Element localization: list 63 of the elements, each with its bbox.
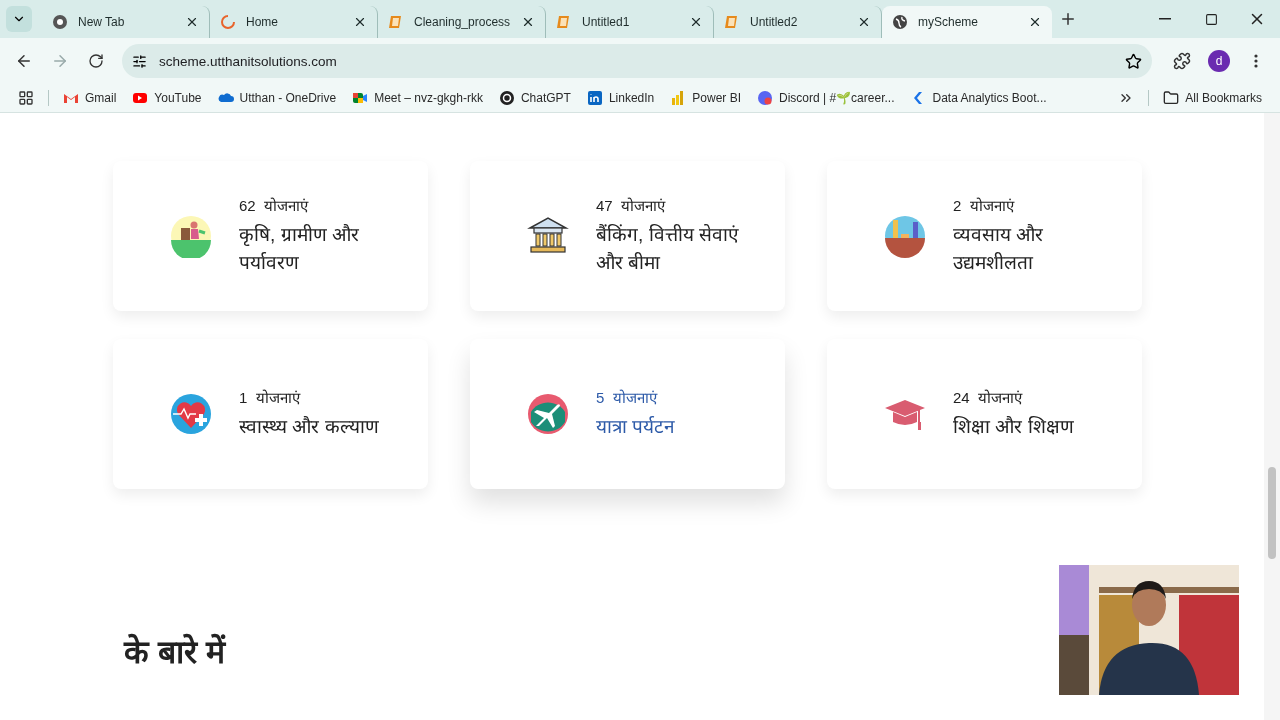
- close-icon[interactable]: [857, 15, 871, 29]
- notebook-icon: [556, 14, 572, 30]
- profile-avatar[interactable]: d: [1208, 50, 1230, 72]
- bookmark-item[interactable]: Power BI: [662, 90, 749, 106]
- category-card[interactable]: 1 योजनाएं स्वास्थ्य और कल्याण: [113, 339, 428, 489]
- close-icon[interactable]: [185, 15, 199, 29]
- category-card[interactable]: 5 योजनाएं यात्रा पर्यटन: [470, 339, 785, 489]
- notebook-icon: [388, 14, 404, 30]
- farmer-icon: [169, 214, 213, 258]
- scrollbar-thumb[interactable]: [1268, 467, 1276, 559]
- category-title: कृषि, ग्रामीण और पर्यावरण: [239, 223, 360, 275]
- section-heading: के बारे में: [124, 632, 227, 672]
- bookmark-item[interactable]: LinkedIn: [578, 90, 663, 106]
- category-card[interactable]: 24 योजनाएं शिक्षा और शिक्षण: [827, 339, 1142, 489]
- bookmark-item[interactable]: Meet – nvz-gkgh-rkk: [344, 90, 491, 106]
- reload-icon: [88, 53, 104, 69]
- url-text: scheme.utthanitsolutions.com: [159, 53, 338, 69]
- bookmark-item[interactable]: Gmail: [55, 90, 125, 106]
- play-icon: [132, 90, 149, 106]
- loading-icon: [220, 14, 236, 30]
- bookmark-item[interactable]: ChatGPT: [490, 90, 579, 106]
- maximize-icon: [1204, 12, 1218, 26]
- video-call-icon: [352, 90, 369, 106]
- bookmark-item[interactable]: YouTube: [124, 90, 210, 106]
- bookmark-item[interactable]: Data Analytics Boot...: [902, 90, 1055, 106]
- linkedin-icon: [586, 90, 603, 106]
- category-card[interactable]: 47 योजनाएं बैंकिंग, वित्तीय सेवाएं और बीमा: [470, 161, 785, 311]
- scheme-count: 24 योजनाएं: [953, 388, 1024, 407]
- folder-icon: [1163, 90, 1180, 106]
- scheme-count: 1 योजनाएं: [239, 388, 302, 407]
- puzzle-icon: [1173, 52, 1191, 70]
- all-bookmarks-button[interactable]: All Bookmarks: [1155, 90, 1270, 106]
- scheme-count: 2 योजनाएं: [953, 196, 1016, 215]
- plus-icon: [1059, 10, 1077, 28]
- category-title: शिक्षा और शिक्षण: [953, 415, 1074, 439]
- category-card[interactable]: 62 योजनाएं कृषि, ग्रामीण और पर्यावरण: [113, 161, 428, 311]
- scheme-count: 62 योजनाएं: [239, 196, 310, 215]
- site-settings-icon[interactable]: [132, 53, 147, 69]
- bookmark-item[interactable]: Discord | #🌱career...: [749, 90, 903, 106]
- globe-plane-icon: [526, 392, 570, 436]
- category-title: यात्रा पर्यटन: [596, 415, 676, 439]
- category-title: व्यवसाय और उद्यमशीलता: [953, 223, 1045, 275]
- close-icon[interactable]: [1028, 15, 1042, 29]
- close-icon[interactable]: [689, 15, 703, 29]
- close-icon[interactable]: [353, 15, 367, 29]
- forward-arrow-icon: [51, 52, 69, 70]
- tab-search-button[interactable]: [6, 6, 32, 32]
- grid-icon: [18, 90, 34, 106]
- category-title: स्वास्थ्य और कल्याण: [239, 415, 379, 439]
- menu-icon: [1254, 54, 1258, 68]
- category-card[interactable]: 2 योजनाएं व्यवसाय और उद्यमशीलता: [827, 161, 1142, 311]
- scheme-count: 47 योजनाएं: [596, 196, 667, 215]
- browser-logo-icon: [52, 14, 68, 30]
- bookmark-item[interactable]: Utthan - OneDrive: [209, 90, 345, 106]
- scheme-count: 5 योजनाएं: [596, 388, 659, 407]
- bookmark-star-icon[interactable]: [1125, 52, 1142, 70]
- address-bar[interactable]: scheme.utthanitsolutions.com: [122, 44, 1152, 78]
- minimize-icon: [1159, 18, 1171, 20]
- globe-icon: [892, 14, 908, 30]
- browser-tab[interactable]: myScheme: [882, 6, 1052, 38]
- notebook-icon: [724, 14, 740, 30]
- category-title: बैंकिंग, वित्तीय सेवाएं और बीमा: [596, 223, 740, 275]
- close-icon[interactable]: [521, 15, 535, 29]
